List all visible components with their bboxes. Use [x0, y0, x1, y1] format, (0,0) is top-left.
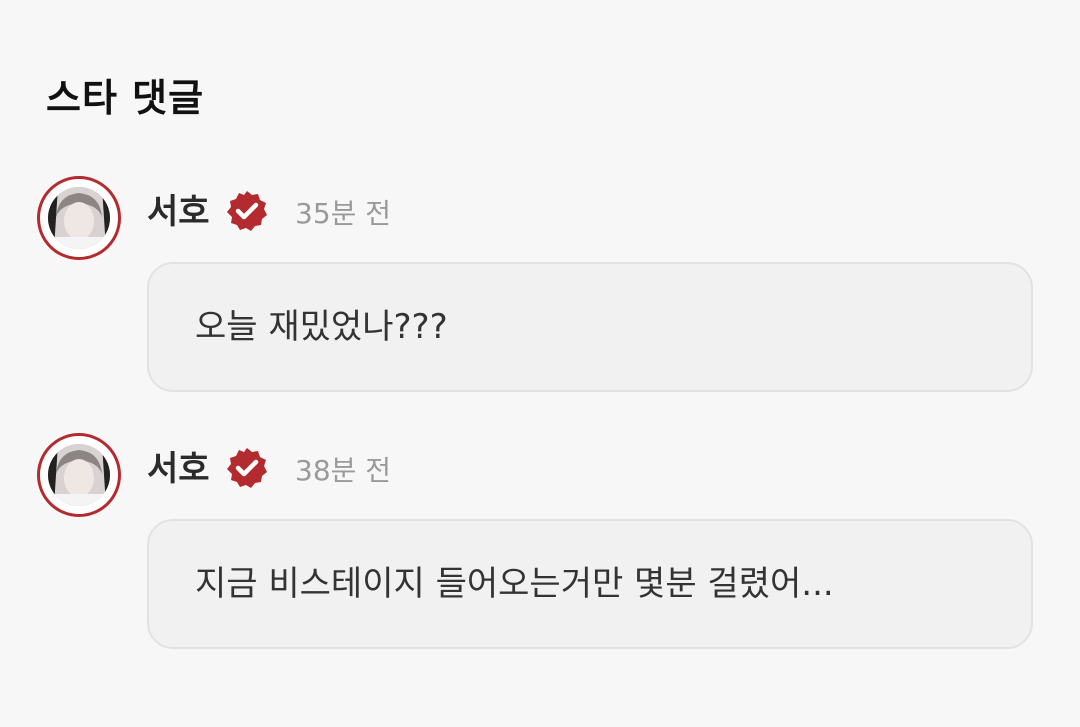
comment-bubble: 오늘 재밌었나??? — [147, 262, 1033, 392]
author-name[interactable]: 서호 — [147, 190, 210, 234]
comment-item: 서호 35분 전 오늘 재밌었나??? — [0, 176, 1080, 406]
comment-timestamp: 38분 전 — [295, 454, 392, 487]
comment-text: 지금 비스테이지 들어오는거만 몇분 걸렸어... — [195, 564, 834, 604]
comment-item: 서호 38분 전 지금 비스테이지 들어오는거만 몇분 걸렸어... — [0, 433, 1080, 663]
comment-text: 오늘 재밌었나??? — [195, 307, 448, 347]
avatar-image — [48, 187, 110, 249]
comment-bubble: 지금 비스테이지 들어오는거만 몇분 걸렸어... — [147, 519, 1033, 649]
comment-timestamp: 35분 전 — [295, 197, 392, 230]
verified-badge-icon — [227, 191, 267, 231]
avatar[interactable] — [37, 433, 121, 517]
verified-badge-icon — [227, 448, 267, 488]
author-name[interactable]: 서호 — [147, 447, 210, 491]
avatar-image — [48, 444, 110, 506]
section-title: 스타 댓글 — [46, 76, 205, 120]
avatar[interactable] — [37, 176, 121, 260]
